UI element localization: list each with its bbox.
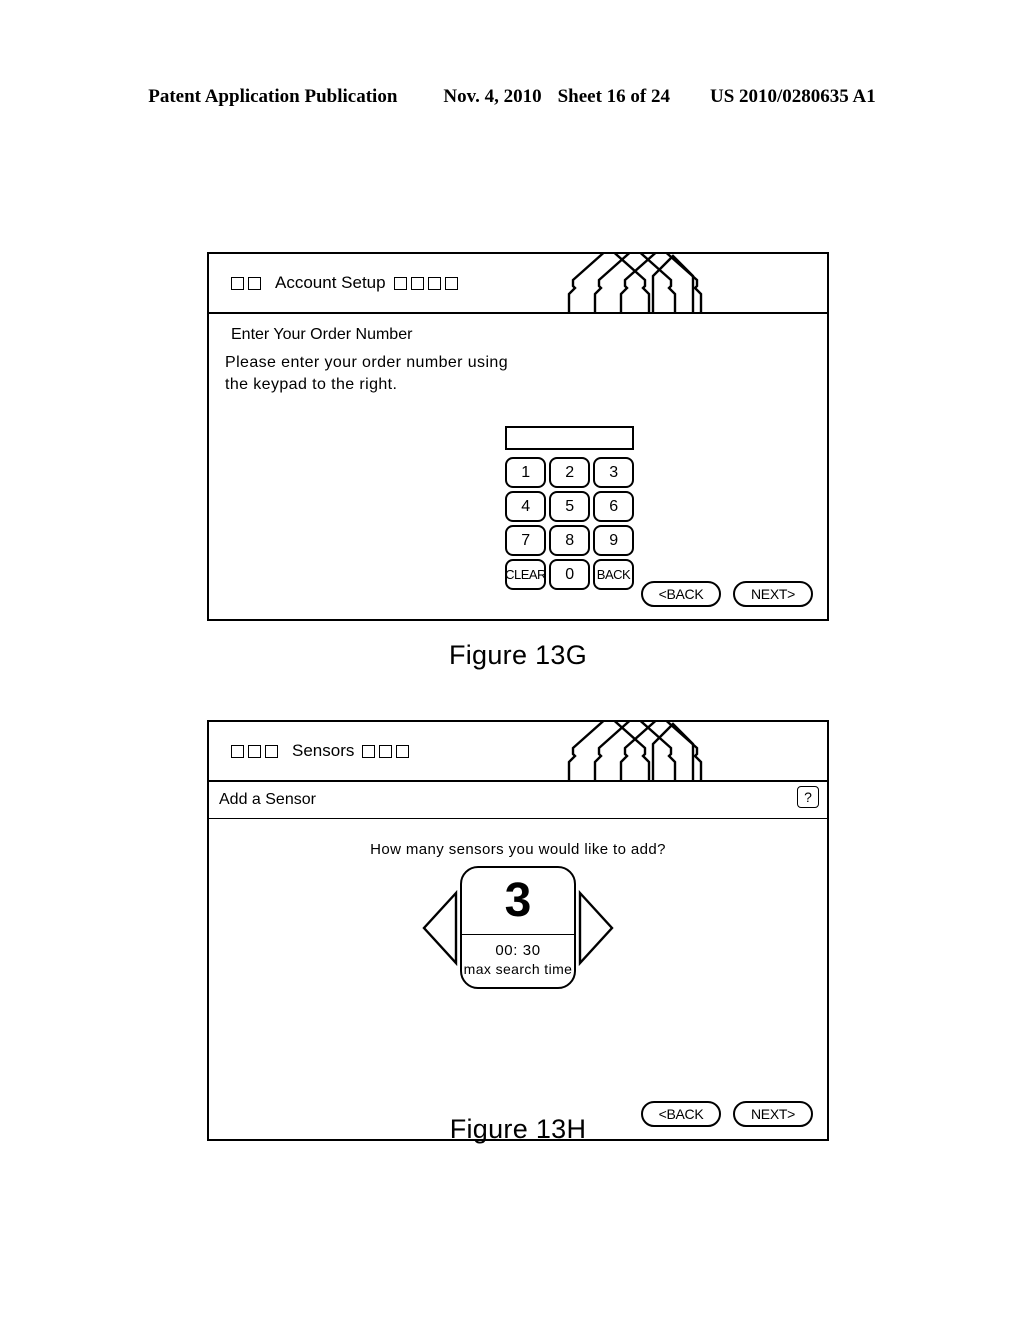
titlebar-title: Sensors [292, 741, 355, 760]
titlebar-sensors: Sensors [209, 722, 827, 782]
keypad-key-2[interactable]: 2 [549, 457, 590, 488]
house-roof-logo-icon [561, 254, 731, 312]
help-button[interactable]: ? [797, 786, 819, 808]
keypad-key-1[interactable]: 1 [505, 457, 546, 488]
instruction-text: Please enter your order number using the… [225, 354, 508, 393]
status-square-5 [427, 276, 441, 290]
status-square-1 [231, 744, 244, 758]
triangle-left-icon[interactable] [420, 889, 460, 967]
device-screen-sensors: Sensors Add a Sensor ? How many sensors [207, 720, 829, 1141]
figure-13h: Sensors Add a Sensor ? How many sensors [207, 720, 829, 1141]
status-square-6 [396, 744, 410, 758]
triangle-right-icon[interactable] [576, 889, 616, 967]
keypad-grid: 1 2 3 4 5 6 7 8 9 CLEAR 0 BACK [505, 457, 641, 590]
navigation-buttons: <BACK NEXT> [641, 581, 813, 607]
keypad-key-0[interactable]: 0 [549, 559, 590, 590]
house-roof-logo-icon [561, 722, 731, 780]
question-text: How many sensors you would like to add? [370, 841, 666, 858]
keypad-key-6[interactable]: 6 [593, 491, 634, 522]
titlebar-title: Account Setup [275, 273, 386, 292]
page-title: Enter Your Order Number [231, 326, 413, 343]
page-title: Add a Sensor [219, 791, 316, 808]
stepper-meta: 00: 30 max search time [462, 935, 574, 987]
status-square-4 [362, 744, 376, 758]
keypad-key-3[interactable]: 3 [593, 457, 634, 488]
header-sheet-number: Sheet 16 of 24 [557, 86, 670, 107]
sensor-count-stepper: 3 00: 30 max search time [209, 866, 827, 989]
status-square-4 [410, 276, 424, 290]
back-button[interactable]: <BACK [641, 581, 721, 607]
content-area-account-setup: Enter Your Order Number Please enter you… [209, 314, 827, 619]
titlebar-content: Sensors [209, 741, 413, 761]
header-patent-number: US 2010/0280635 A1 [709, 86, 876, 107]
keypad-key-9[interactable]: 9 [593, 525, 634, 556]
status-square-2 [248, 276, 261, 290]
next-button[interactable]: NEXT> [733, 581, 813, 607]
keypad-key-5[interactable]: 5 [549, 491, 590, 522]
titlebar-account-setup: Account Setup [209, 254, 827, 314]
figure-caption-13g: Figure 13G [448, 640, 588, 670]
keypad-key-back[interactable]: BACK [593, 559, 634, 590]
header-date: Nov. 4, 2010 [443, 86, 542, 107]
max-search-time-value: 00: 30 [495, 942, 541, 959]
max-search-time-label: max search time [463, 961, 573, 977]
page-header: Patent Application Publication Nov. 4, 20… [0, 86, 1024, 108]
stepper-value-box: 3 00: 30 max search time [460, 866, 576, 989]
status-square-5 [379, 744, 393, 758]
status-square-3 [393, 276, 407, 290]
status-square-1 [231, 276, 244, 290]
figure-caption-13h: Figure 13H [449, 1114, 587, 1144]
content-area-sensors: How many sensors you would like to add? … [209, 819, 827, 1139]
titlebar-content: Account Setup [209, 273, 462, 293]
status-square-2 [248, 744, 261, 758]
keypad-key-clear[interactable]: CLEAR [505, 559, 546, 590]
sensor-count-value: 3 [462, 868, 574, 935]
device-screen-account-setup: Account Setup Enter Your Order Number Pl… [207, 252, 829, 621]
header-publication: Patent Application Publication [148, 86, 398, 107]
order-number-input[interactable] [505, 426, 634, 450]
subheader-add-sensor: Add a Sensor ? [209, 782, 827, 819]
keypad-key-4[interactable]: 4 [505, 491, 546, 522]
figure-13g: Account Setup Enter Your Order Number Pl… [207, 252, 829, 621]
keypad-key-7[interactable]: 7 [505, 525, 546, 556]
status-square-6 [444, 276, 458, 290]
numeric-keypad: 1 2 3 4 5 6 7 8 9 CLEAR 0 BACK [505, 426, 641, 590]
keypad-key-8[interactable]: 8 [549, 525, 590, 556]
status-square-3 [265, 744, 278, 758]
